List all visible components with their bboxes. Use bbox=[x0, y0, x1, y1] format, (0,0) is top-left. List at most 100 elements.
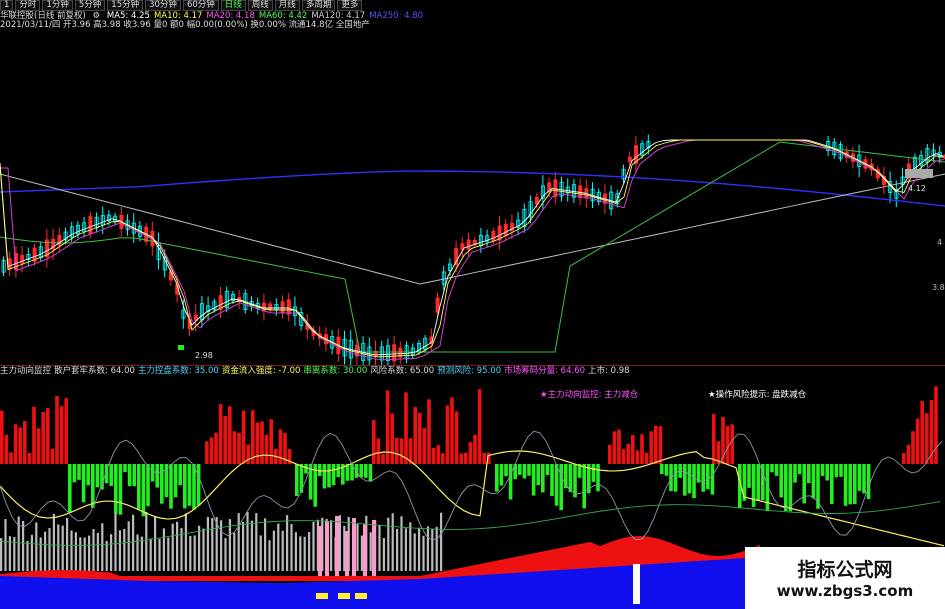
gray-bar bbox=[61, 525, 64, 571]
watermark: 指标公式网 www.zbgs3.com bbox=[745, 547, 945, 609]
gray-bar bbox=[391, 513, 394, 571]
gray-bar bbox=[26, 540, 29, 571]
gray-bar bbox=[272, 530, 275, 571]
gray-bar bbox=[299, 536, 302, 571]
green-bar bbox=[687, 464, 692, 494]
indicator-value: 散户套牢系数: 64.00 bbox=[54, 366, 135, 376]
green-bar bbox=[95, 464, 100, 488]
tab-4[interactable]: 15分钟 bbox=[107, 0, 144, 11]
gray-bar bbox=[409, 522, 412, 571]
pink-bar bbox=[345, 531, 349, 576]
red-bar bbox=[459, 453, 463, 464]
tab-0[interactable]: 1 bbox=[0, 0, 14, 11]
red-bar bbox=[712, 414, 716, 464]
green-bar bbox=[692, 464, 696, 499]
tab-8[interactable]: 周线 bbox=[247, 0, 273, 11]
axis-tick-2: 3.8 bbox=[932, 283, 945, 292]
cursor-box bbox=[905, 169, 933, 178]
red-bar bbox=[477, 389, 482, 464]
red-bar bbox=[36, 428, 41, 464]
gray-bar bbox=[145, 511, 148, 571]
green-bar bbox=[86, 464, 90, 486]
green-bar bbox=[359, 464, 363, 478]
green-bar bbox=[541, 464, 545, 493]
red-bar bbox=[385, 390, 390, 464]
yellow-marker bbox=[338, 593, 350, 599]
tab-6[interactable]: 60分钟 bbox=[182, 0, 219, 11]
red-bar bbox=[635, 450, 640, 464]
red-bar bbox=[454, 411, 459, 464]
gray-bar bbox=[57, 524, 60, 571]
gray-bar bbox=[431, 528, 434, 571]
indicator-value: 风险系数: 65.00 bbox=[370, 366, 435, 376]
red-bar bbox=[269, 419, 273, 464]
green-bar bbox=[192, 464, 196, 510]
green-bar bbox=[173, 464, 178, 498]
indicator-value: 主力控盘系数: 35.00 bbox=[137, 366, 219, 376]
green-bar bbox=[568, 464, 573, 493]
gray-bar bbox=[123, 528, 126, 571]
red-bar bbox=[920, 400, 924, 464]
tab-7[interactable]: 日线 bbox=[220, 0, 246, 11]
red-bar bbox=[621, 449, 626, 464]
tab-10[interactable]: 多周期 bbox=[301, 0, 336, 11]
indicator-value: 资金流入强度: -7.00 bbox=[221, 366, 301, 376]
gray-bar bbox=[162, 528, 165, 571]
tab-11[interactable]: 更多 bbox=[337, 0, 363, 11]
green-bar bbox=[788, 464, 793, 512]
gray-bar bbox=[360, 535, 363, 571]
gray-bar bbox=[277, 523, 280, 571]
green-bar bbox=[368, 464, 373, 482]
gray-bar bbox=[105, 540, 108, 571]
red-bar bbox=[228, 406, 232, 464]
red-bar bbox=[232, 431, 237, 464]
green-bar bbox=[673, 464, 678, 492]
red-bar bbox=[658, 426, 663, 464]
gray-bar bbox=[44, 531, 47, 571]
red-bar bbox=[654, 425, 658, 464]
green-bar bbox=[664, 464, 669, 476]
price-chart[interactable] bbox=[0, 22, 945, 365]
tab-5[interactable]: 30分钟 bbox=[145, 0, 181, 11]
candle-body bbox=[503, 223, 508, 237]
tab-1[interactable]: 分时 bbox=[15, 0, 41, 11]
red-bar bbox=[441, 453, 445, 464]
green-bar bbox=[545, 464, 550, 476]
green-bar bbox=[527, 464, 531, 476]
ma10-line bbox=[0, 139, 945, 358]
gray-bar bbox=[237, 513, 240, 571]
green-bar bbox=[364, 464, 368, 478]
green-bar bbox=[536, 464, 540, 486]
gray-bar bbox=[400, 516, 403, 571]
red-bar bbox=[390, 413, 394, 464]
gray-bar bbox=[149, 538, 152, 571]
red-bar bbox=[18, 427, 22, 464]
red-bar bbox=[209, 437, 214, 464]
green-bar bbox=[77, 464, 81, 480]
red-bar bbox=[237, 432, 241, 464]
candle-body bbox=[627, 156, 632, 163]
gray-bar bbox=[92, 529, 95, 571]
gray-bar bbox=[404, 528, 407, 571]
pink-bar bbox=[335, 516, 339, 576]
red-bar bbox=[404, 392, 408, 464]
gray-bar bbox=[422, 535, 425, 571]
yellow-marker bbox=[355, 593, 367, 599]
red-bar bbox=[450, 397, 454, 464]
green-bar bbox=[706, 464, 710, 490]
gray-bar bbox=[264, 518, 267, 571]
red-bar bbox=[608, 444, 612, 464]
green-bar bbox=[72, 464, 77, 483]
green-bar bbox=[857, 464, 862, 491]
gray-bar bbox=[114, 512, 117, 571]
pink-bar bbox=[325, 521, 329, 576]
gray-bar bbox=[167, 537, 170, 571]
red-bar bbox=[644, 452, 649, 464]
gray-bar bbox=[233, 532, 236, 571]
tab-2[interactable]: 1分钟 bbox=[42, 0, 73, 11]
tab-3[interactable]: 5分钟 bbox=[74, 0, 106, 11]
watermark-title: 指标公式网 bbox=[797, 559, 893, 581]
tab-9[interactable]: 月线 bbox=[274, 0, 300, 11]
red-bar bbox=[482, 453, 486, 464]
green-bar bbox=[582, 464, 586, 509]
